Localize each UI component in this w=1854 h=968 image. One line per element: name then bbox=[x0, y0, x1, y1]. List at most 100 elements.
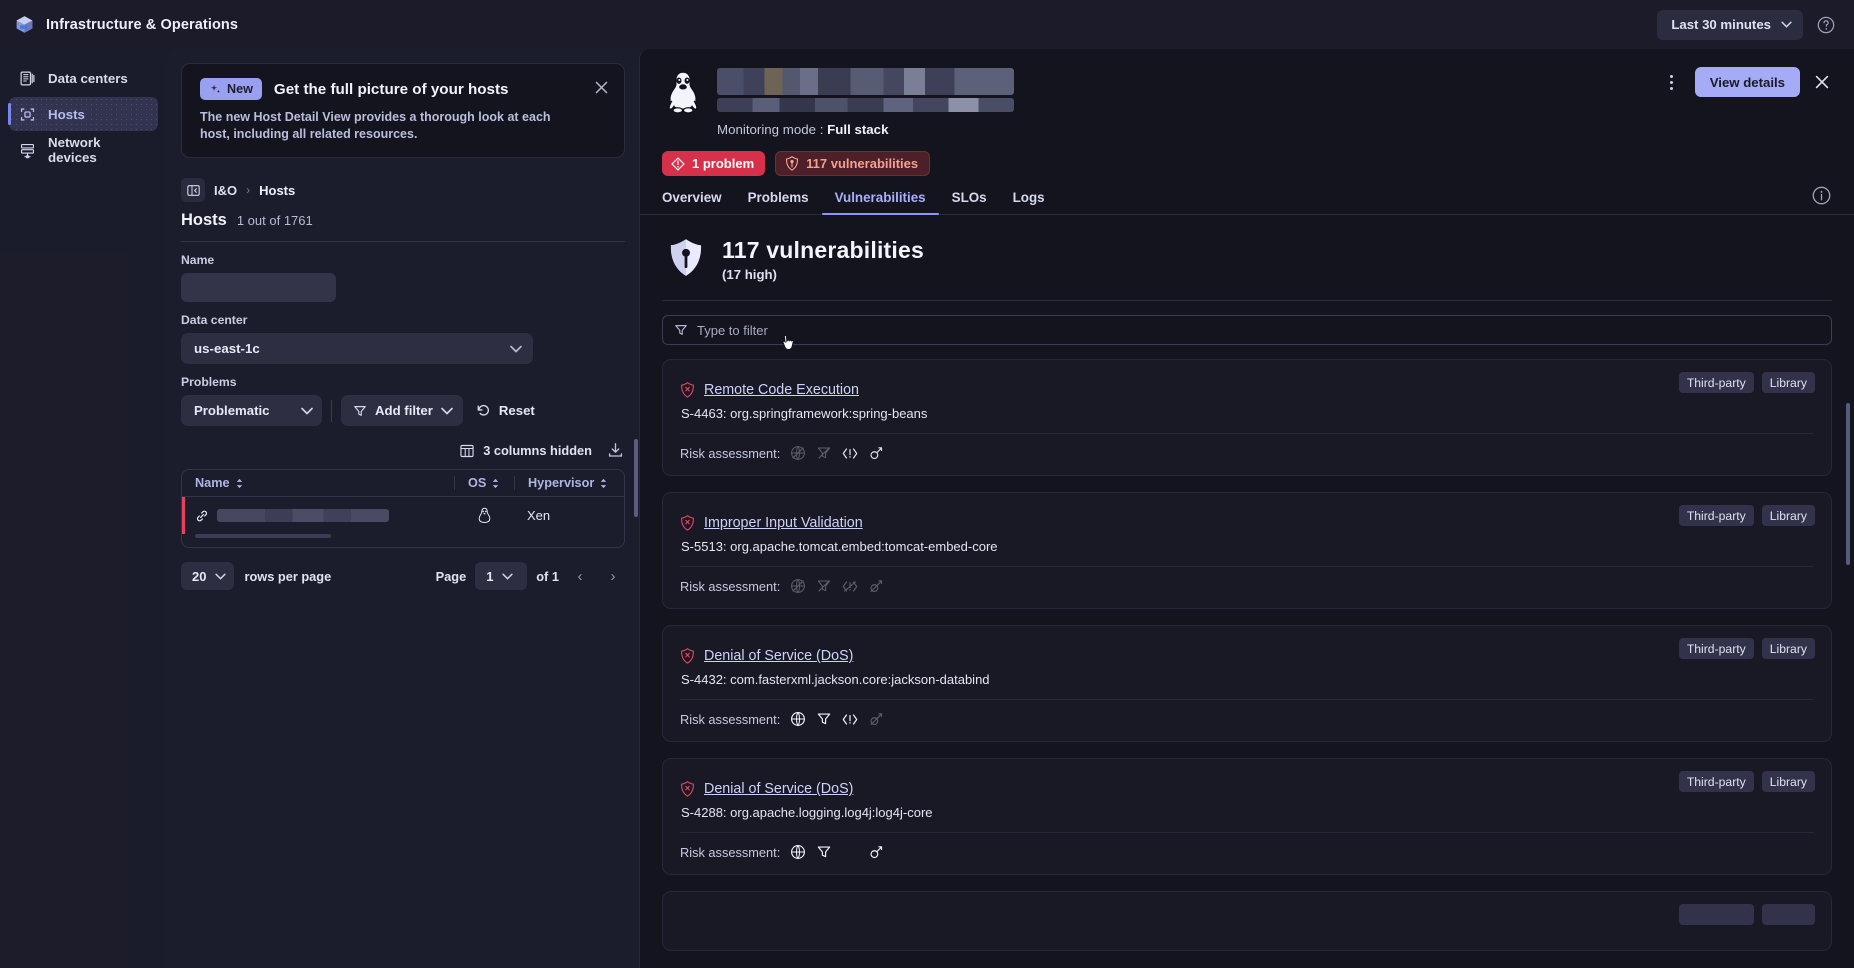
top-bar: Infrastructure & Operations Last 30 minu… bbox=[0, 0, 1854, 49]
download-icon[interactable] bbox=[606, 441, 625, 460]
tab-overview[interactable]: Overview bbox=[662, 190, 735, 214]
close-icon[interactable] bbox=[1810, 70, 1834, 94]
linux-penguin-icon bbox=[662, 65, 704, 121]
vulnerability-title[interactable]: Improper Input Validation bbox=[704, 515, 863, 531]
add-filter-button[interactable]: Add filter bbox=[341, 395, 463, 427]
sidebar-item-network-devices[interactable]: Network devices bbox=[9, 133, 158, 167]
sidebar-item-label: Data centers bbox=[48, 70, 128, 86]
chevron-down-icon bbox=[301, 407, 313, 415]
vulnerability-title[interactable]: Remote Code Execution bbox=[704, 382, 859, 398]
name-input[interactable] bbox=[181, 273, 336, 303]
more-options-icon[interactable] bbox=[1659, 69, 1685, 95]
left-pane-scrollbar[interactable] bbox=[634, 439, 638, 517]
reset-button[interactable]: Reset bbox=[463, 395, 543, 426]
info-circle-icon[interactable] bbox=[1811, 185, 1832, 206]
vulnerable-function-icon[interactable] bbox=[868, 445, 884, 461]
risk-assessment-label: Risk assessment: bbox=[680, 578, 781, 594]
chevron-left-icon[interactable]: ‹ bbox=[568, 564, 592, 588]
breadcrumb: I&O › Hosts bbox=[167, 158, 639, 203]
name-filter-label: Name bbox=[181, 253, 215, 268]
status-badge-problems[interactable]: 1 problem bbox=[662, 151, 766, 176]
data-asset-icon[interactable] bbox=[816, 844, 832, 860]
tab-problems[interactable]: Problems bbox=[735, 190, 822, 214]
table-tools: 3 columns hidden bbox=[167, 426, 639, 460]
critical-shield-icon bbox=[681, 781, 694, 797]
risk-assessment-label: Risk assessment: bbox=[680, 711, 781, 727]
status-badge-vulnerabilities[interactable]: 117 vulnerabilities bbox=[775, 151, 931, 176]
page-total-label: of 1 bbox=[536, 568, 559, 584]
column-header-hypervisor[interactable]: Hypervisor bbox=[514, 476, 624, 491]
vulnerability-card[interactable]: Third-party Library Improper Input Valid… bbox=[662, 492, 1832, 609]
public-exploit-icon[interactable] bbox=[842, 445, 858, 461]
add-filter-label: Add filter bbox=[375, 403, 433, 419]
vulnerable-function-icon[interactable] bbox=[868, 711, 884, 727]
datacenter-select[interactable]: us-east-1c bbox=[181, 333, 533, 365]
vulnerability-card[interactable]: Third-party Library bbox=[662, 891, 1832, 951]
vulnerabilities-filter-input[interactable] bbox=[697, 322, 1820, 338]
host-detail-pane: Monitoring mode : Full stack View detail… bbox=[639, 49, 1854, 968]
vulnerability-title[interactable]: Denial of Service (DoS) bbox=[704, 648, 853, 664]
card-title-row: Denial of Service (DoS) bbox=[680, 648, 1814, 664]
card-title-row: Denial of Service (DoS) bbox=[680, 781, 1814, 797]
breadcrumb-root[interactable]: I&O bbox=[214, 183, 237, 198]
column-header-label: OS bbox=[468, 476, 487, 491]
data-asset-icon[interactable] bbox=[816, 445, 832, 461]
monitoring-mode-label: Monitoring mode : bbox=[717, 122, 824, 137]
detail-tabs: Overview Problems Vulnerabilities SLOs L… bbox=[640, 176, 1854, 215]
question-circle-icon[interactable] bbox=[1816, 15, 1836, 35]
tab-vulnerabilities[interactable]: Vulnerabilities bbox=[821, 190, 939, 215]
internet-exposure-icon[interactable] bbox=[790, 578, 806, 594]
critical-shield-icon bbox=[681, 382, 694, 398]
sidebar-item-data-centers[interactable]: Data centers bbox=[9, 61, 158, 95]
timeframe-selector[interactable]: Last 30 minutes bbox=[1657, 9, 1803, 40]
panel-collapse-icon[interactable] bbox=[181, 178, 205, 203]
vulnerable-function-icon[interactable] bbox=[868, 578, 884, 594]
vulnerabilities-filter[interactable] bbox=[662, 315, 1832, 345]
chevron-down-icon bbox=[510, 345, 522, 353]
tag-third-party: Third-party bbox=[1678, 771, 1754, 792]
problems-select-value: Problematic bbox=[194, 403, 270, 419]
vulnerability-title[interactable]: Denial of Service (DoS) bbox=[704, 781, 853, 797]
problems-select[interactable]: Problematic bbox=[181, 395, 322, 427]
risk-assessment-row: Risk assessment: bbox=[680, 711, 1814, 727]
internet-exposure-icon[interactable] bbox=[790, 445, 806, 461]
column-header-name[interactable]: Name bbox=[182, 476, 454, 490]
page-label: Page bbox=[435, 568, 467, 584]
internet-exposure-icon[interactable] bbox=[790, 711, 806, 727]
internet-exposure-icon[interactable] bbox=[790, 844, 806, 860]
sidebar-item-hosts[interactable]: Hosts bbox=[8, 97, 158, 131]
public-exploit-icon[interactable] bbox=[842, 578, 858, 594]
tab-logs[interactable]: Logs bbox=[1000, 190, 1058, 214]
rows-per-page-label: rows per page bbox=[244, 568, 332, 584]
public-exploit-icon[interactable] bbox=[842, 711, 858, 727]
breadcrumb-separator: › bbox=[246, 183, 251, 198]
tag-library: Library bbox=[1761, 771, 1815, 792]
vulnerability-component: S-4463: org.springframework:spring-beans bbox=[681, 406, 928, 421]
reset-label: Reset bbox=[498, 403, 535, 419]
data-asset-icon[interactable] bbox=[816, 711, 832, 727]
vulnerability-component: S-4288: org.apache.logging.log4j:log4j-c… bbox=[681, 805, 933, 820]
vulnerability-component: S-4432: com.fasterxml.jackson.core:jacks… bbox=[681, 672, 990, 687]
sidebar-item-label: Network devices bbox=[48, 135, 101, 165]
rows-per-page-select[interactable]: 20 bbox=[181, 562, 235, 591]
column-header-os[interactable]: OS bbox=[454, 476, 514, 491]
chevron-down-icon bbox=[1781, 21, 1792, 28]
risk-assessment-row: Risk assessment: bbox=[680, 578, 1814, 594]
risk-assessment-row: Risk assessment: bbox=[680, 844, 1814, 860]
page-select[interactable]: 1 bbox=[475, 562, 528, 591]
detail-identity: Monitoring mode : Full stack bbox=[662, 65, 1832, 137]
table-row[interactable]: Xen bbox=[182, 497, 624, 535]
vulnerable-function-icon[interactable] bbox=[868, 844, 884, 860]
tab-slos[interactable]: SLOs bbox=[939, 190, 1000, 214]
vulnerability-card[interactable]: Third-party Library Remote Code Executio… bbox=[662, 359, 1832, 476]
columns-hidden-button[interactable]: 3 columns hidden bbox=[459, 443, 592, 459]
host-name-cell bbox=[182, 509, 454, 523]
detail-pane-scrollbar[interactable] bbox=[1846, 403, 1850, 565]
close-icon[interactable] bbox=[590, 76, 612, 98]
chevron-right-icon[interactable]: › bbox=[601, 564, 625, 588]
data-asset-icon[interactable] bbox=[816, 578, 832, 594]
vulnerability-card[interactable]: Third-party Library Denial of Service (D… bbox=[662, 758, 1832, 875]
view-details-button[interactable]: View details bbox=[1694, 67, 1800, 97]
card-tags: Third-party Library bbox=[1678, 771, 1815, 792]
vulnerability-card[interactable]: Third-party Library Denial of Service (D… bbox=[662, 625, 1832, 742]
